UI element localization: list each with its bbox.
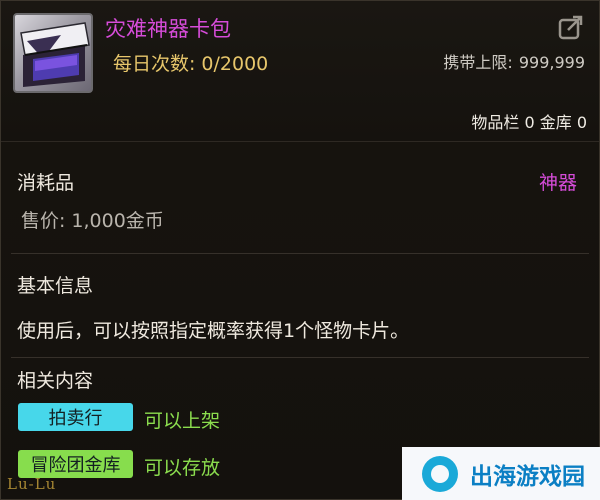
daily-uses-label: 每日次数: bbox=[113, 53, 196, 75]
carry-limit: 携带上限: 999,999 bbox=[443, 49, 585, 73]
watermark: 出海游戏园 bbox=[402, 447, 600, 500]
item-header: 灾难神器卡包 每日次数: 0/2000 携带上限: 999,999 物品栏 0 金库… bbox=[1, 1, 599, 142]
storage-count: 物品栏 0 金库 0 bbox=[471, 113, 587, 132]
sell-price-label: 售价: bbox=[21, 210, 66, 232]
card-pack-icon bbox=[13, 13, 93, 93]
adventure-bank-button[interactable]: 冒险团金库 bbox=[18, 450, 133, 478]
carry-limit-value: 999,999 bbox=[518, 53, 585, 72]
sell-price: 售价: 1,000金币 bbox=[21, 206, 164, 233]
daily-uses-value: 0/2000 bbox=[201, 53, 269, 75]
auction-house-button[interactable]: 拍卖行 bbox=[18, 403, 133, 431]
basic-info-title: 基本信息 bbox=[17, 275, 94, 297]
corner-logo: Lu-Lu bbox=[7, 475, 57, 493]
bank-note: 可以存放 bbox=[144, 457, 221, 479]
daily-uses: 每日次数: 0/2000 bbox=[113, 49, 268, 76]
item-category: 消耗品 bbox=[17, 172, 75, 194]
share-icon[interactable] bbox=[557, 13, 585, 41]
watermark-logo-icon bbox=[422, 455, 458, 492]
carry-limit-label: 携带上限: bbox=[443, 53, 513, 72]
watermark-text: 出海游戏园 bbox=[470, 463, 585, 490]
divider bbox=[11, 253, 589, 254]
divider bbox=[11, 357, 589, 358]
basic-info-description: 使用后，可以按照指定概率获得1个怪物卡片。 bbox=[17, 320, 410, 342]
sell-price-value: 1,000金币 bbox=[71, 210, 164, 232]
item-tooltip-panel: 灾难神器卡包 每日次数: 0/2000 携带上限: 999,999 物品栏 0 金库… bbox=[0, 0, 600, 500]
rarity-tag: 神器 bbox=[538, 172, 577, 194]
related-content-title: 相关内容 bbox=[17, 370, 94, 392]
item-name: 灾难神器卡包 bbox=[105, 17, 231, 41]
auction-note: 可以上架 bbox=[144, 410, 221, 432]
